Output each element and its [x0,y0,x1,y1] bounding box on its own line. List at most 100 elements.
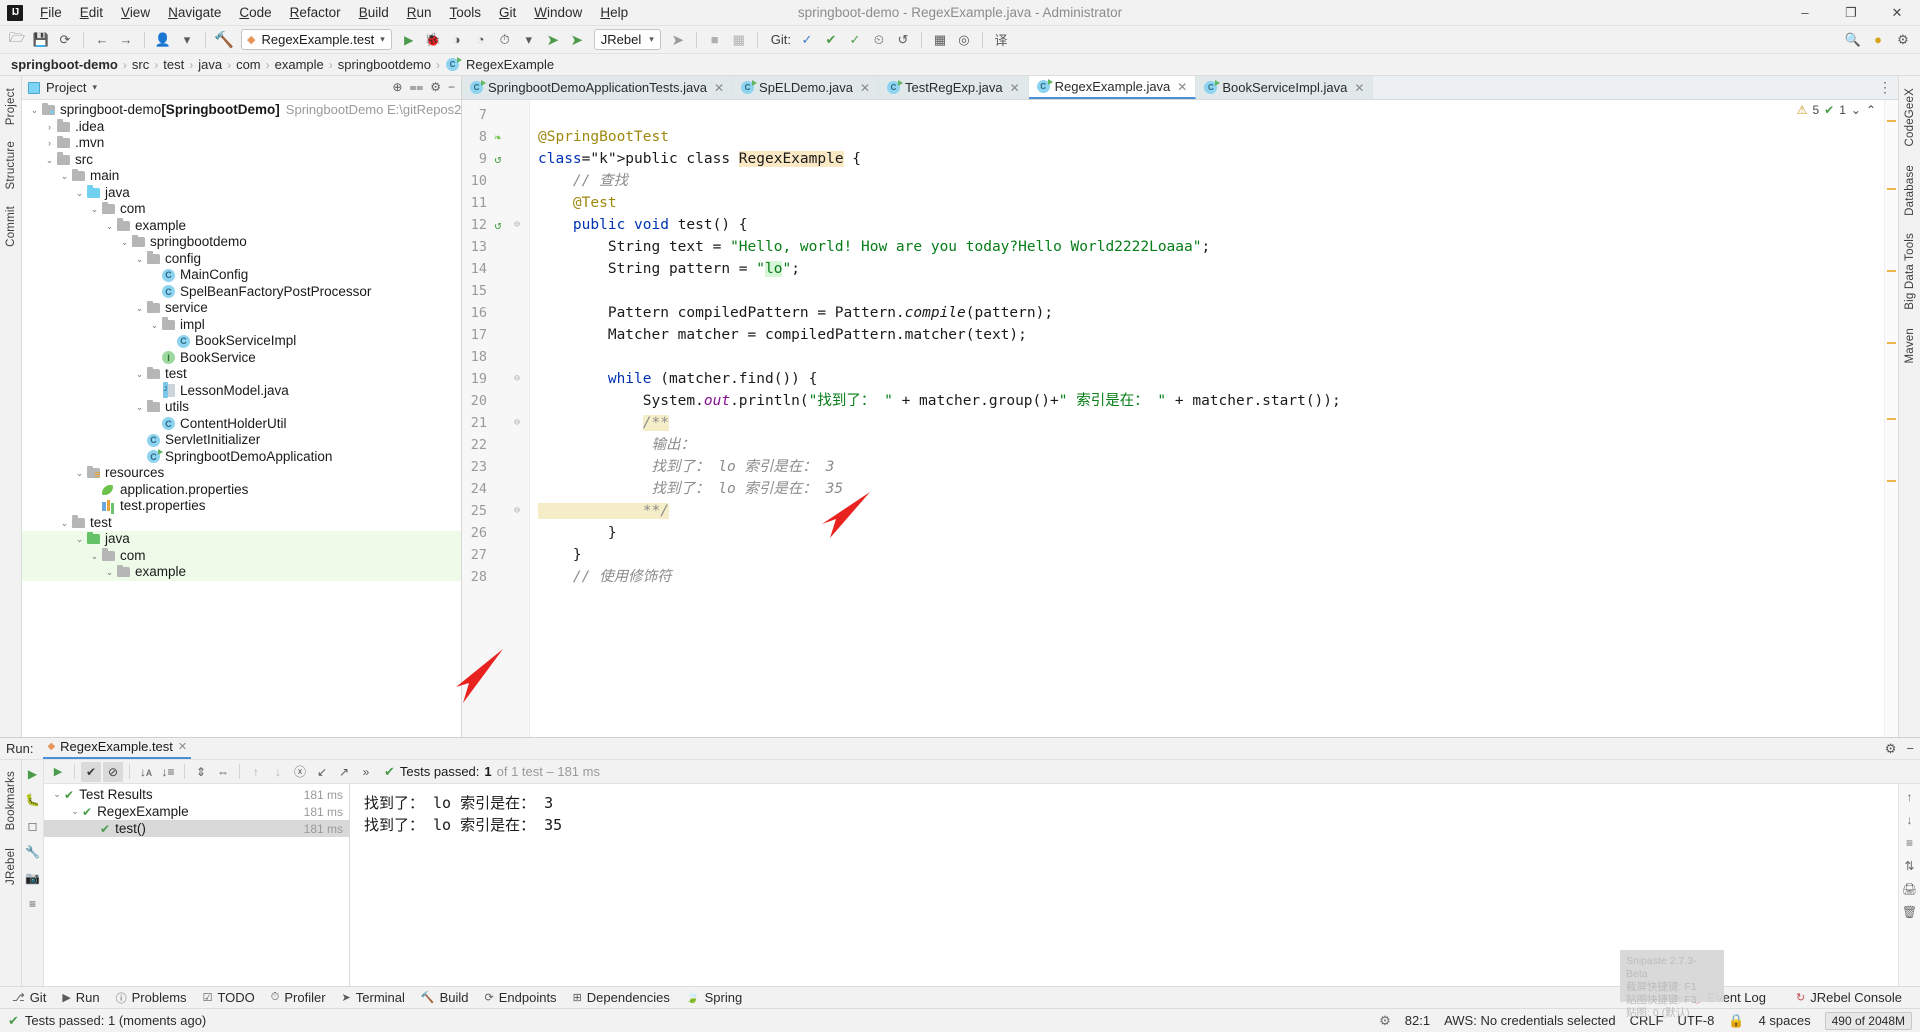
marker-warning[interactable] [1887,120,1896,122]
close-icon[interactable]: ✕ [1010,81,1020,95]
open-project-icon[interactable]: 🗁 [6,29,28,51]
gutter-line[interactable]: 22 [462,434,529,456]
clock-icon[interactable]: ⏱ [494,29,516,51]
code-line[interactable] [530,280,1884,302]
chevron-down-icon[interactable]: ▾ [176,29,198,51]
code-fold-icon[interactable]: ⊖ [509,368,525,390]
tool-window-button-profiler[interactable]: ⏱ Profiler [263,990,334,1005]
gutter-line[interactable]: 17 [462,324,529,346]
scroll-to-end-icon[interactable]: ⇅ [1904,859,1914,873]
tool-window-button-spring[interactable]: 🍃 Spring [678,990,750,1005]
chevron-right-icon[interactable]: › [43,119,56,136]
run-configuration-selector[interactable]: ◆ RegexExample.test ▾ [241,29,392,50]
tree-node[interactable]: ›CMainConfig [22,267,461,284]
marker-warning[interactable] [1887,480,1896,482]
code-line[interactable]: Pattern compiledPattern = Pattern.compil… [530,302,1884,324]
indent-setting[interactable]: 4 spaces [1759,1013,1811,1028]
breadcrumb-item-springbootdemo[interactable]: springbootdemo [335,57,434,72]
gutter-line[interactable]: 19 ⊖ [462,368,529,390]
gutter-line[interactable]: 7 [462,104,529,126]
breadcrumb-item-com[interactable]: com [233,57,264,72]
jrebel-selector[interactable]: JRebel ▾ [593,29,661,50]
gutter-line[interactable]: 13 [462,236,529,258]
tool-window-button-dependencies[interactable]: ⊞ Dependencies [565,990,678,1005]
code-line[interactable]: @Test [530,192,1884,214]
menu-refactor[interactable]: Refactor [281,2,350,23]
breadcrumb-item-src[interactable]: src [129,57,152,72]
show-passed-toggle[interactable]: ✔ [81,761,101,782]
database-icon[interactable]: ▦ [929,29,951,51]
tree-node[interactable]: ⌄ com [22,201,461,218]
tree-node[interactable]: ›CBookServiceImpl [22,333,461,350]
next-failed-icon[interactable]: ↓ [268,762,288,782]
expand-all-icon[interactable]: ⇕ [191,762,211,782]
code-line[interactable]: class="k">public class RegexExample { [530,148,1884,170]
tool-window-button-git[interactable]: ⎇ Git [4,990,54,1005]
editor-tab-regexexample[interactable]: C RegexExample.java ✕ [1028,76,1197,99]
tree-node[interactable]: ›CSpringbootDemoApplication [22,449,461,466]
tool-window-button-build[interactable]: 🔨 Build [413,990,477,1005]
gutter-line[interactable]: 15 [462,280,529,302]
git-update-icon[interactable]: ✓ [796,29,818,51]
code-line[interactable]: String text = "Hello, world! How are you… [530,236,1884,258]
tree-node[interactable]: › .mvn [22,135,461,152]
gutter-line[interactable]: 26 [462,522,529,544]
menu-edit[interactable]: Edit [71,2,112,23]
git-rollback-icon[interactable]: ↺ [892,29,914,51]
gutter-line[interactable]: 23 [462,456,529,478]
tool-window-structure[interactable]: Structure [5,135,17,195]
prev-failed-icon[interactable]: ↑ [246,762,266,782]
breadcrumb-item-java[interactable]: java [195,57,225,72]
tree-node[interactable]: › .idea [22,119,461,136]
tree-node[interactable]: ⌄ springboot-demo [SpringbootDemo] Springb… [22,102,461,119]
code-line[interactable]: public void test() { [530,214,1884,236]
menu-file[interactable]: File [31,2,71,23]
gutter-line[interactable]: 10 [462,170,529,192]
wrench-icon[interactable]: 🔧 [23,842,43,862]
settings-gear-icon[interactable]: ⚙ [1892,29,1914,51]
menu-code[interactable]: Code [230,2,280,23]
chevron-down-icon[interactable]: ⌄ [133,251,146,268]
chevron-down-icon[interactable]: ⌄ [118,234,131,251]
soft-wrap-icon[interactable]: ≡ [1906,836,1913,850]
test-tree-row[interactable]: ✔ test() 181 ms [44,820,349,837]
chevron-down-icon[interactable]: ⌄ [28,102,41,119]
gutter-line[interactable]: 28 [462,566,529,588]
code-fold-icon[interactable]: ⊖ [509,412,525,434]
tool-window-codegeex[interactable]: CodeGeeX [1904,82,1916,153]
import-tests-icon[interactable]: ↙ [312,762,332,782]
marker-warning[interactable] [1887,418,1896,420]
menu-navigate[interactable]: Navigate [159,2,230,23]
chevron-down-icon[interactable]: ⌄ [73,531,86,548]
gutter-line[interactable]: 11 [462,192,529,214]
tree-node[interactable]: ⌄ springbootdemo [22,234,461,251]
caret-position[interactable]: 82:1 [1405,1013,1430,1028]
chevron-down-icon[interactable]: ⌄ [88,201,101,218]
debug-run-icon[interactable]: 🐛 [23,790,43,810]
hide-panel-icon[interactable]: − [448,80,455,95]
editor-tab-springbootdemoapplicationtests[interactable]: C SpringbootDemoApplicationTests.java ✕ [462,76,734,99]
save-all-icon[interactable]: 💾 [30,29,52,51]
gutter-line[interactable]: 25 ⊖ [462,500,529,522]
git-commit-icon[interactable]: ✔ [820,29,842,51]
code-line[interactable]: } [530,522,1884,544]
collapse-all-icon[interactable]: ⩵ [409,80,423,95]
menu-build[interactable]: Build [350,2,398,23]
tree-node[interactable]: ›LessonModel.java [22,381,461,400]
tree-node[interactable]: ⌄ main [22,168,461,185]
camera-icon[interactable]: 📷 [23,868,43,888]
search-everywhere-icon[interactable]: ◎ [953,29,975,51]
editor-tabs-overflow[interactable]: ⋮ [1872,76,1898,99]
minimize-button[interactable]: – [1782,0,1828,25]
tool-window-button-run[interactable]: ▶ Run [54,990,107,1005]
gutter-line[interactable]: 14 [462,258,529,280]
gutter-line[interactable]: 27 [462,544,529,566]
code-line[interactable]: 找到了： lo 索引是在： 35 [530,478,1884,500]
tree-node[interactable]: ⌄ java [22,531,461,548]
tool-window-button-todo[interactable]: ☑ TODO [195,990,263,1005]
tree-node[interactable]: ⌄ utils [22,399,461,416]
print-icon[interactable]: 🖨 [1902,882,1917,896]
editor-gutter[interactable]: 7 8 ❧ 9 ↺ 10 11 12 ↺ ⊖ 13 14 15 16 17 18 19 ⊖ 20 21 ⊖ 22 23 24 2… [462,100,530,737]
hide-run-panel-icon[interactable]: − [1906,741,1914,757]
more-actions-icon[interactable]: » [356,762,376,782]
